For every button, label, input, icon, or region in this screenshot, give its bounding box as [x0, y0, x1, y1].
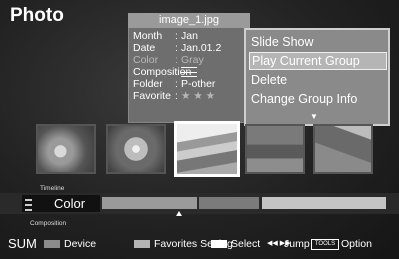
select-label: Select	[231, 238, 261, 250]
info-row-composition: Composition:	[133, 66, 197, 78]
sum-label: SUM	[8, 236, 37, 251]
dandelion-thumbnail[interactable]	[36, 124, 96, 174]
enter-button-icon	[211, 240, 227, 248]
file-info-panel: image_1.jpg Month: Jan Date: Jan.01.2 Colo…	[128, 13, 250, 123]
photo-browser-screen: Photo image_1.jpg Month: Jan Date: Jan.01.…	[0, 0, 399, 259]
menu-item-change-group-info[interactable]: Change Group Info	[249, 91, 385, 107]
timeline-position-indicator	[176, 211, 182, 216]
info-value: Jan	[181, 30, 198, 42]
jump-label: Jump	[284, 238, 310, 250]
info-value: Gray	[181, 54, 204, 66]
info-value: Jan.01.2	[181, 42, 222, 54]
list-icon	[25, 199, 32, 211]
timeline-label: Timeline	[40, 185, 65, 192]
composition-label: Composition	[30, 220, 67, 227]
info-filename: image_1.jpg	[128, 13, 250, 28]
timeline-segment[interactable]	[102, 197, 197, 209]
silver-button-icon	[134, 240, 150, 248]
info-row-favorite: Favorite: ★ ★ ★	[133, 90, 216, 102]
gray-button-icon	[44, 240, 60, 248]
timeline-current-label: Color	[54, 196, 86, 211]
timeline-bar: Color	[0, 193, 399, 214]
option-label: Option	[341, 238, 372, 250]
info-row-month: Month: Jan	[133, 30, 198, 42]
info-key: Month	[133, 30, 163, 42]
flower-thumbnail[interactable]	[106, 124, 166, 174]
menu-item-delete[interactable]: Delete	[249, 72, 385, 88]
info-key: Folder	[133, 78, 163, 90]
options-menu: Slide Show Play Current Group Delete Cha…	[244, 28, 390, 126]
tools-button-icon: TOOLS	[311, 239, 339, 250]
timeline-segment[interactable]	[262, 197, 386, 209]
thumbnail-strip	[0, 120, 399, 180]
sky-thumbnail[interactable]	[313, 124, 373, 174]
page-title: Photo	[10, 5, 64, 26]
landscape-thumbnail[interactable]	[174, 121, 240, 177]
info-key: Color	[133, 54, 159, 66]
info-key: Favorite	[133, 90, 171, 102]
info-row-date: Date: Jan.01.2	[133, 42, 222, 54]
menu-item-slide-show[interactable]: Slide Show	[249, 34, 385, 50]
info-key: Date	[133, 42, 156, 54]
composition-icon	[181, 67, 197, 78]
timeline-segment[interactable]	[199, 197, 259, 209]
menu-item-play-current-group[interactable]: Play Current Group	[249, 52, 387, 70]
help-bar: SUM Device Favorites Setting Select ◀◀ ▶…	[0, 232, 399, 256]
timeline-current[interactable]: Color	[22, 195, 100, 212]
scene-thumbnail[interactable]	[245, 124, 305, 174]
info-row-folder: Folder: P-other	[133, 78, 216, 90]
device-label: Device	[64, 238, 97, 250]
info-row-color: Color: Gray	[133, 54, 204, 66]
info-key: Composition	[133, 66, 192, 78]
favorite-stars: ★ ★ ★	[181, 90, 216, 102]
info-value: P-other	[181, 78, 216, 90]
